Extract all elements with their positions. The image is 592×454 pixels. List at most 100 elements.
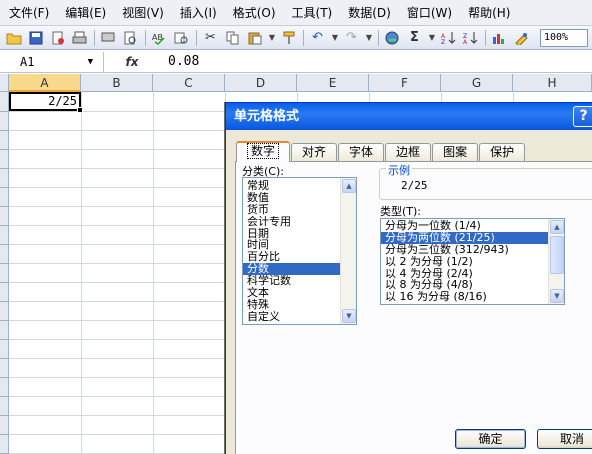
ok-button[interactable]: 确定 (455, 429, 526, 449)
sort-ascending-icon[interactable]: AZ (439, 29, 458, 47)
menu-insert[interactable]: 插入(I) (171, 0, 224, 26)
chevron-down-icon[interactable]: ▼ (427, 29, 437, 47)
cell-a1[interactable]: 2/25 (9, 92, 81, 111)
scroll-down-arrow-icon[interactable]: ▼ (550, 289, 564, 303)
scroll-up-arrow-icon[interactable]: ▲ (550, 220, 564, 234)
toolbar-separator (94, 29, 95, 46)
row-divider (0, 130, 9, 131)
insert-function-icon[interactable]: fx (104, 55, 160, 69)
menu-data[interactable]: 数据(D) (339, 0, 398, 26)
scroll-up-arrow-icon[interactable]: ▲ (342, 179, 356, 193)
column-header-a[interactable]: A (9, 74, 81, 92)
spelling-icon[interactable]: AB (150, 29, 169, 47)
row-divider (0, 282, 9, 283)
column-header-d[interactable]: D (225, 74, 297, 92)
formula-bar: A1 ▼ fx 0.08 (0, 51, 592, 73)
type-item[interactable]: 分母为一位数 (1/4) (381, 220, 564, 232)
tab-protection[interactable]: 保护 (479, 143, 526, 162)
chart-wizard-icon[interactable] (490, 29, 509, 47)
gridline (153, 92, 154, 454)
name-box-value: A1 (20, 54, 35, 69)
paste-icon[interactable] (245, 29, 264, 47)
row-divider (0, 244, 9, 245)
tab-border[interactable]: 边框 (385, 143, 432, 162)
sort-descending-icon[interactable]: ZA (461, 29, 480, 47)
number-tab-panel: 分类(C): 常规 数值 货币 会计专用 日期 时间 百分比 分数 科学记数 文本 特殊 自定义 ▲ … (235, 161, 592, 454)
type-item[interactable]: 以 8 为分母 (4/8) (381, 279, 564, 291)
column-header-c[interactable]: C (153, 74, 225, 92)
tab-font[interactable]: 字体 (338, 143, 385, 162)
type-listbox[interactable]: 分母为一位数 (1/4) 分母为两位数 (21/25) 分母为三位数 (312/94… (380, 218, 565, 305)
type-item[interactable]: 分母为两位数 (21/25) (381, 231, 564, 244)
scroll-thumb[interactable] (550, 236, 564, 274)
menu-help[interactable]: 帮助(H) (459, 0, 517, 26)
formula-input[interactable]: 0.08 (160, 54, 199, 69)
row-divider (0, 187, 9, 188)
row-divider (0, 434, 9, 435)
row-divider (0, 168, 9, 169)
cut-icon[interactable]: ✂ (201, 29, 220, 47)
print-preview-magnifier-icon[interactable] (121, 29, 140, 47)
permission-icon[interactable] (48, 29, 67, 47)
column-header-e[interactable]: E (297, 74, 369, 92)
standard-toolbar: AB ✂ ▼ ↶ ▼ ↷ ▼ Σ ▼ AZ ZA 100% (0, 26, 592, 50)
menu-window[interactable]: 窗口(W) (398, 0, 459, 26)
menu-view[interactable]: 视图(V) (113, 0, 171, 26)
chevron-down-icon[interactable]: ▼ (330, 29, 340, 47)
type-items: 分母为一位数 (1/4) 分母为两位数 (21/25) 分母为三位数 (312/94… (381, 219, 564, 303)
column-header-f[interactable]: F (369, 74, 441, 92)
dialog-tabs: 数字 对齐 字体 边框 图案 保护 (236, 141, 526, 162)
row-divider (0, 415, 9, 416)
row-divider (0, 263, 9, 264)
help-button[interactable]: ? (573, 106, 592, 127)
zoom-combobox[interactable]: 100% (540, 28, 588, 47)
format-painter-icon[interactable] (279, 29, 298, 47)
fill-handle[interactable] (77, 107, 83, 113)
menu-tools[interactable]: 工具(T) (283, 0, 340, 26)
undo-icon[interactable]: ↶ (308, 29, 327, 47)
tab-patterns[interactable]: 图案 (432, 143, 479, 162)
type-item[interactable]: 以 2 为分母 (1/2) (381, 256, 564, 268)
column-header-h[interactable]: H (513, 74, 592, 92)
row-divider (0, 206, 9, 207)
print-icon[interactable] (70, 29, 89, 47)
drawing-icon[interactable] (512, 29, 531, 47)
chevron-down-icon[interactable]: ▼ (88, 52, 93, 72)
type-item[interactable]: 以 16 为分母 (8/16) (381, 291, 564, 303)
row-headers[interactable] (0, 92, 9, 454)
column-header-g[interactable]: G (441, 74, 513, 92)
copy-icon[interactable] (223, 29, 242, 47)
chevron-down-icon[interactable]: ▼ (267, 29, 277, 47)
tab-alignment[interactable]: 对齐 (291, 143, 338, 162)
category-scrollbar[interactable]: ▲ ▼ (340, 178, 356, 324)
cancel-button[interactable]: 取消 (537, 429, 592, 449)
research-icon[interactable] (172, 29, 191, 47)
row-divider (0, 339, 9, 340)
menu-format[interactable]: 格式(O) (224, 0, 283, 26)
sample-value: 2/25 (401, 179, 428, 192)
open-folder-icon[interactable] (4, 29, 23, 47)
column-header-b[interactable]: B (81, 74, 153, 92)
redo-icon[interactable]: ↷ (342, 29, 361, 47)
tab-number[interactable]: 数字 (236, 141, 291, 162)
row-divider (0, 358, 9, 359)
row-divider (0, 111, 9, 112)
row-divider (0, 225, 9, 226)
autosum-icon[interactable]: Σ (405, 29, 424, 47)
menu-file[interactable]: 文件(F) (0, 0, 56, 26)
scroll-down-arrow-icon[interactable]: ▼ (342, 309, 356, 323)
chevron-down-icon[interactable]: ▼ (364, 29, 374, 47)
toolbar-separator (378, 29, 379, 46)
print-preview-icon[interactable] (99, 29, 118, 47)
excel-window: 文件(F) 编辑(E) 视图(V) 插入(I) 格式(O) 工具(T) 数据(D… (0, 0, 592, 454)
dialog-title[interactable]: 单元格格式 (226, 103, 592, 130)
type-item[interactable]: 以 4 为分母 (2/4) (381, 268, 564, 280)
hyperlink-icon[interactable] (383, 29, 402, 47)
type-item[interactable]: 分母为三位数 (312/943) (381, 244, 564, 256)
type-scrollbar[interactable]: ▲ ▼ (548, 219, 564, 304)
select-all-corner[interactable] (0, 74, 9, 92)
menu-edit[interactable]: 编辑(E) (56, 0, 113, 26)
save-icon[interactable] (26, 29, 45, 47)
category-listbox[interactable]: 常规 数值 货币 会计专用 日期 时间 百分比 分数 科学记数 文本 特殊 自定义 ▲ ▼ (242, 177, 357, 325)
name-box[interactable]: A1 ▼ (0, 51, 104, 72)
